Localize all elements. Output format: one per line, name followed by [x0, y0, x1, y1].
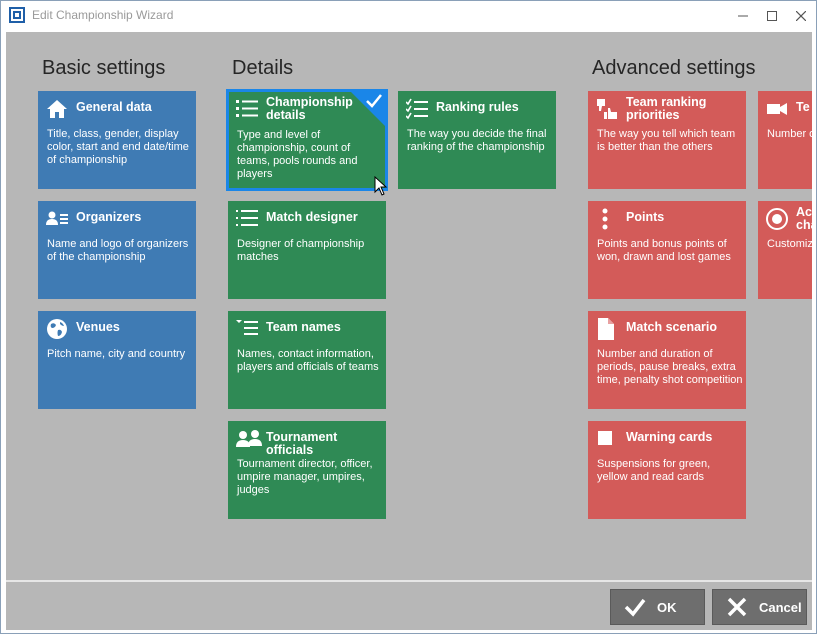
tile-team-names[interactable]: Team names Names, contact information, p… [228, 311, 386, 409]
tile-tournament-officials[interactable]: Tournament officials Tournament director… [228, 421, 386, 519]
tile-description: Number and duration of periods, pause br… [597, 348, 743, 386]
basic-settings-header: Basic settings [42, 57, 166, 79]
tile-area: Basic settings Details Advanced settings… [6, 32, 812, 580]
tile-match-scenario[interactable]: Match scenario Number and duration of pe… [588, 311, 746, 409]
tile-partial-1[interactable]: Te Number of umpire rec [758, 91, 812, 189]
tile-title: Ranking rules [436, 100, 519, 114]
dots-icon [602, 208, 608, 230]
minimize-icon [738, 15, 748, 17]
tile-title: General data [76, 100, 152, 114]
home-icon [47, 100, 67, 118]
tile-description: The way you tell which team is better th… [597, 128, 736, 153]
close-icon [796, 11, 806, 21]
video-icon [767, 103, 787, 115]
tile-description: Title, class, gender, display color, sta… [47, 128, 189, 166]
people-icon [236, 430, 262, 447]
ok-label: OK [657, 599, 677, 615]
tile-description: Customize champion [767, 238, 812, 250]
wizard-body: Basic settings Details Advanced settings… [6, 32, 812, 630]
tile-description: The way you decide the final ranking of … [407, 128, 547, 153]
mouse-pointer-icon [374, 176, 388, 196]
close-window-button[interactable] [786, 1, 816, 31]
tile-title: Points [626, 210, 665, 224]
tile-title: Venues [76, 320, 120, 334]
ok-button[interactable]: OK [610, 589, 705, 625]
tile-points[interactable]: Points Points and bonus points of won, d… [588, 201, 746, 299]
tile-ranking-rules[interactable]: Ranking rules The way you decide the fin… [398, 91, 556, 189]
x-icon [727, 597, 747, 617]
thumbs-icon [597, 99, 617, 119]
tile-warning-cards[interactable]: Warning cards Suspensions for green, yel… [588, 421, 746, 519]
window-title: Edit Championship Wizard [32, 8, 174, 22]
maximize-button[interactable] [757, 1, 787, 31]
maximize-icon [767, 11, 777, 21]
app-icon [9, 7, 25, 23]
tile-description: Names, contact information, players and … [237, 348, 379, 373]
record-icon [766, 208, 788, 230]
list-icon [236, 210, 258, 226]
checkmark-icon [366, 94, 382, 108]
tile-description: Number of umpire rec [767, 128, 812, 140]
wizard-window: Edit Championship Wizard Basic settings … [0, 0, 817, 634]
card-icon [598, 431, 612, 445]
tile-partial-2[interactable]: Accha Customize champion [758, 201, 812, 299]
tile-description: Designer of championship matches [237, 238, 365, 263]
details-header: Details [232, 57, 294, 79]
tile-general-data[interactable]: General data Title, class, gender, displ… [38, 91, 196, 189]
tile-title: Match scenario [626, 320, 718, 334]
tile-title: Organizers [76, 210, 142, 224]
person-list-icon [46, 211, 68, 225]
advanced-settings-header: Advanced settings [592, 57, 756, 79]
tile-description: Type and level of championship, count of… [237, 129, 358, 180]
tile-description: Points and bonus points of won, drawn an… [597, 238, 731, 263]
minimize-button[interactable] [728, 1, 758, 31]
list-icon [236, 100, 258, 117]
tile-title: Team names [266, 320, 341, 334]
tile-title: Warning cards [626, 430, 713, 444]
title-bar: Edit Championship Wizard [1, 1, 816, 31]
button-bar: OK Cancel [6, 580, 812, 630]
tile-championship-details[interactable]: Championship details Type and level of c… [226, 89, 388, 191]
tile-description: Name and logo of organizers of the champ… [47, 238, 189, 263]
globe-icon [47, 319, 67, 339]
tile-title: Te [796, 100, 810, 114]
tile-description: Tournament director, officer, umpire man… [237, 458, 373, 496]
tile-title: Tournament officials [266, 430, 338, 457]
tile-team-ranking-priorities[interactable]: Team ranking priorities The way you tell… [588, 91, 746, 189]
checklist-icon [406, 98, 428, 120]
tile-title: Team ranking priorities [626, 95, 707, 122]
document-icon [598, 318, 614, 340]
sorted-list-icon [236, 320, 258, 335]
tile-description: Suspensions for green, yellow and read c… [597, 458, 711, 483]
tile-match-designer[interactable]: Match designer Designer of championship … [228, 201, 386, 299]
tile-title: Match designer [266, 210, 358, 224]
tile-title: Accha [796, 205, 812, 232]
check-icon [624, 598, 646, 617]
tile-organizers[interactable]: Organizers Name and logo of organizers o… [38, 201, 196, 299]
tile-description: Pitch name, city and country [47, 348, 186, 360]
cancel-label: Cancel [759, 599, 802, 615]
cancel-button[interactable]: Cancel [712, 589, 807, 625]
tile-venues[interactable]: Venues Pitch name, city and country [38, 311, 196, 409]
